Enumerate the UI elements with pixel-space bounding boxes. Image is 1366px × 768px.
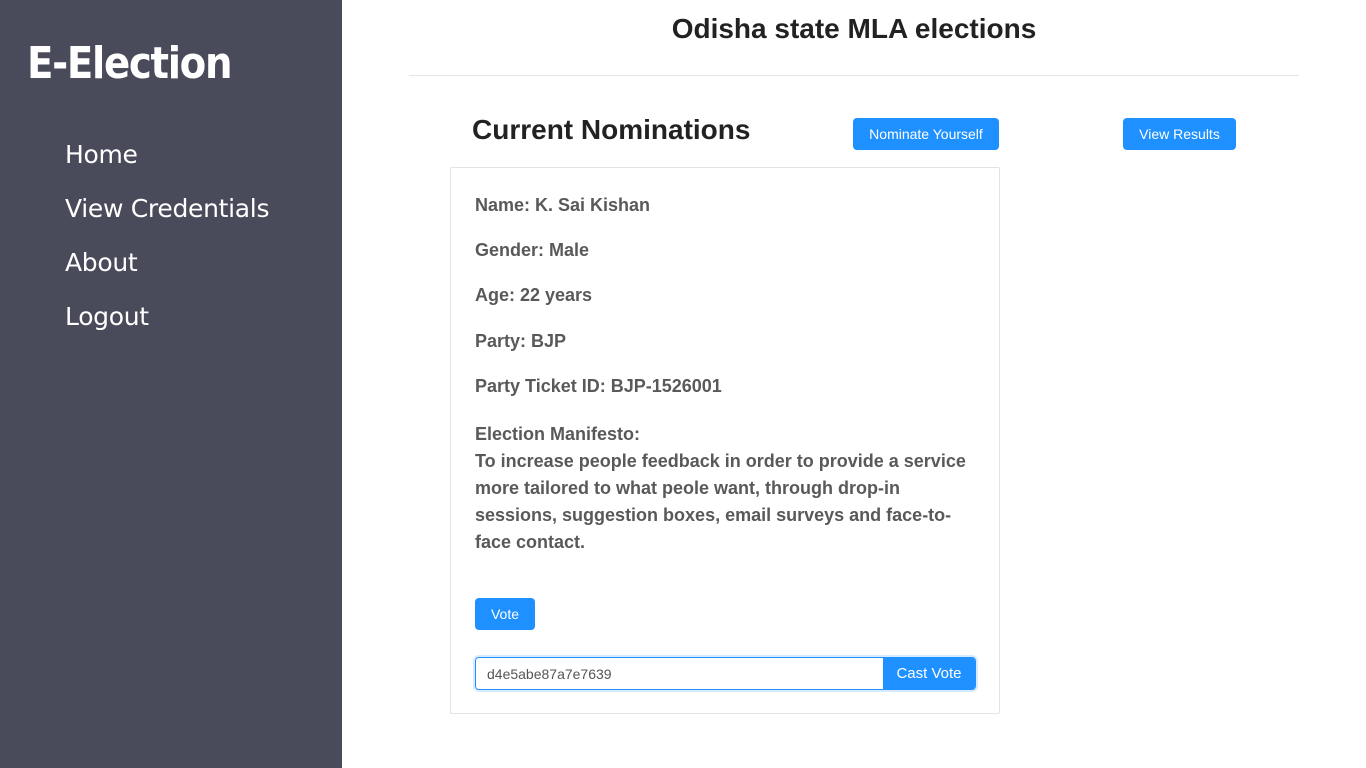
vote-button[interactable]: Vote	[475, 598, 535, 630]
sidebar-item-home[interactable]: Home	[65, 136, 138, 174]
header-divider	[409, 75, 1299, 76]
candidate-name: Name: K. Sai Kishan	[475, 195, 651, 215]
manifesto-label: Election Manifesto:	[475, 424, 641, 444]
page-title: Odisha state MLA elections	[671, 13, 1037, 44]
sidebar: E-Election Home View Credentials About L…	[0, 0, 342, 768]
candidate-card: Name: K. Sai Kishan Gender: Male Age: 22…	[450, 167, 1000, 714]
main-content: Odisha state MLA elections Current Nomin…	[342, 0, 1366, 768]
sidebar-item-about[interactable]: About	[65, 244, 138, 282]
candidate-ticket-id: Party Ticket ID: BJP-1526001	[475, 376, 722, 396]
manifesto-text: To increase people feedback in order to …	[475, 451, 966, 552]
section-title: Current Nominations	[472, 114, 751, 145]
cast-vote-button[interactable]: Cast Vote	[883, 658, 975, 689]
vote-key-input[interactable]	[476, 658, 883, 689]
brand-logo: E-Election	[27, 38, 233, 89]
candidate-gender: Gender: Male	[475, 240, 590, 260]
candidate-manifesto: Election Manifesto: To increase people f…	[475, 421, 980, 556]
nominate-yourself-button[interactable]: Nominate Yourself	[853, 118, 999, 150]
candidate-party: Party: BJP	[475, 331, 567, 351]
sidebar-item-view-credentials[interactable]: View Credentials	[65, 190, 269, 228]
view-results-button[interactable]: View Results	[1123, 118, 1236, 150]
sidebar-item-logout[interactable]: Logout	[65, 298, 149, 336]
cast-vote-group: Cast Vote	[475, 657, 976, 690]
candidate-age: Age: 22 years	[475, 285, 593, 305]
sidebar-nav: Home View Credentials About Logout	[65, 136, 269, 352]
